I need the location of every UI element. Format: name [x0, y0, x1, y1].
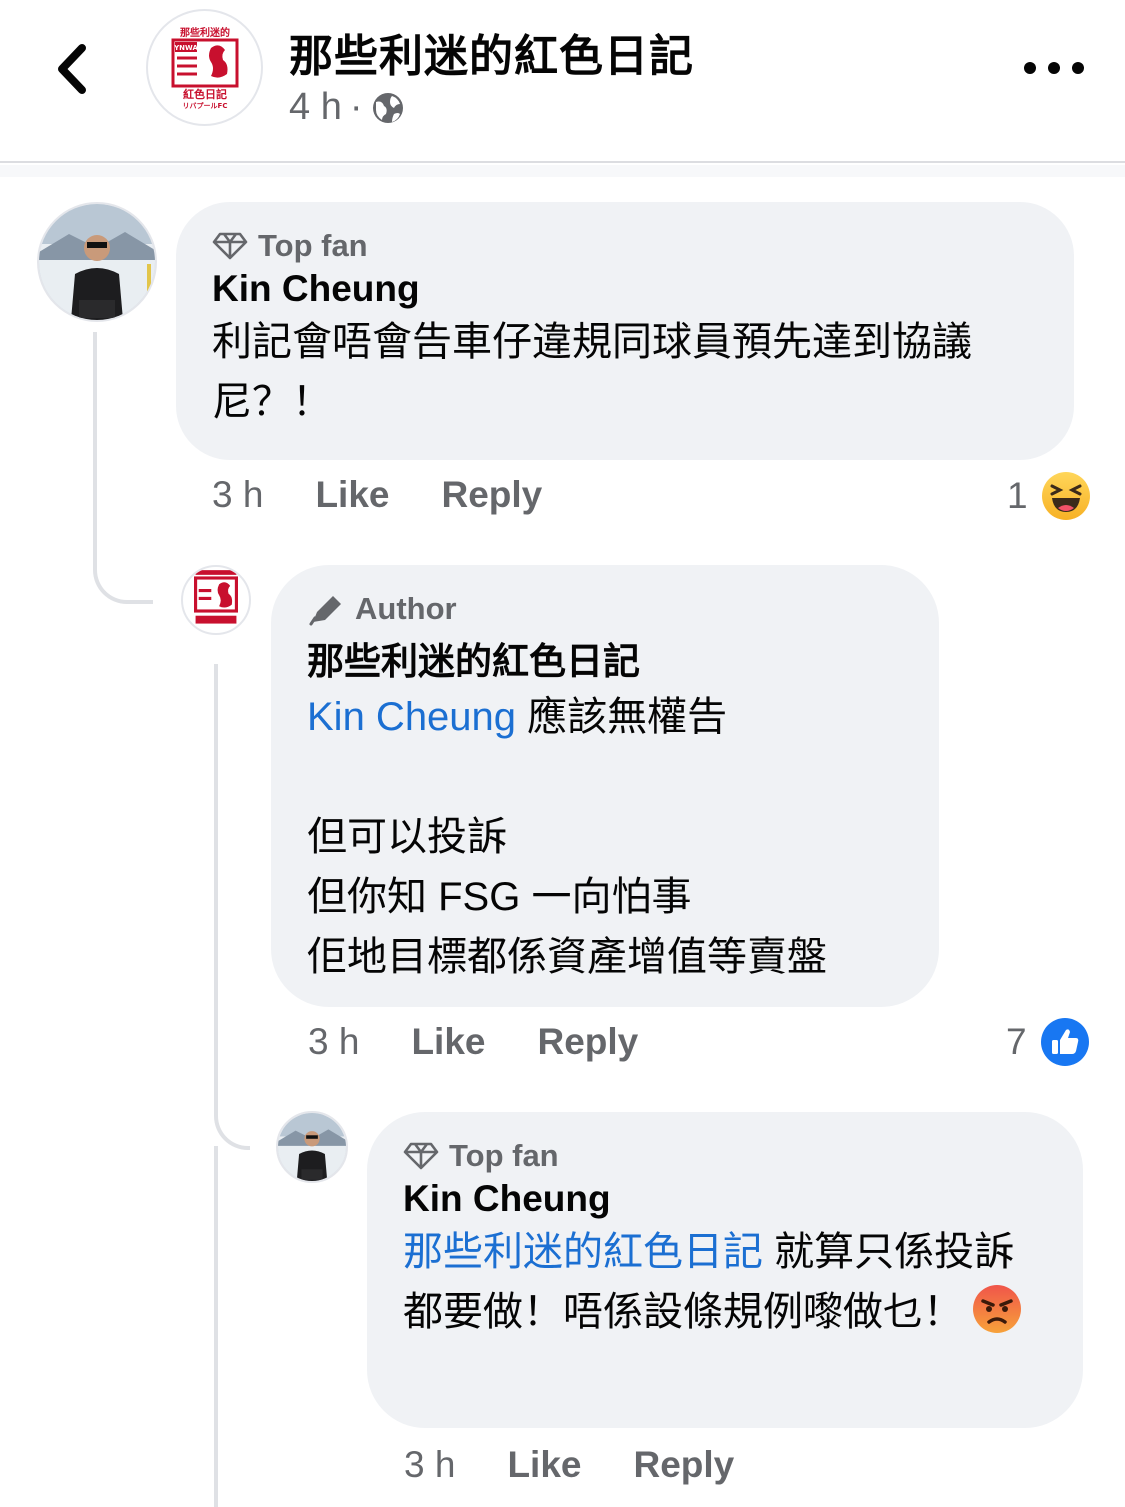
- comment-time[interactable]: 3 h: [404, 1444, 455, 1486]
- comment-author[interactable]: Kin Cheung: [403, 1178, 1047, 1220]
- mention-link[interactable]: Kin Cheung: [307, 695, 516, 739]
- reply-button[interactable]: Reply: [441, 474, 542, 516]
- more-options-button[interactable]: [1024, 52, 1084, 84]
- reply-button[interactable]: Reply: [633, 1444, 734, 1486]
- header-divider: [0, 165, 1125, 177]
- svg-text:紅色日記: 紅色日記: [183, 87, 227, 101]
- meta-separator: ·: [349, 86, 363, 128]
- post-meta: 4 h ·: [289, 86, 406, 129]
- diamond-icon: [403, 1142, 439, 1170]
- badge-label: Top fan: [449, 1138, 559, 1173]
- comment-time[interactable]: 3 h: [212, 474, 263, 516]
- person-photo: [39, 204, 155, 320]
- commenter-avatar[interactable]: [37, 202, 157, 322]
- commenter-avatar[interactable]: [276, 1111, 348, 1183]
- svg-text:那些利迷的: 那些利迷的: [180, 26, 230, 39]
- reaction-count: 1: [1007, 475, 1028, 516]
- thread-connector: [93, 530, 153, 604]
- top-fan-badge: Top fan: [212, 228, 1038, 264]
- svg-text:YNWA: YNWA: [173, 44, 198, 52]
- pen-icon: [309, 596, 341, 626]
- reaction-count: 7: [1006, 1021, 1027, 1062]
- thread-line: [214, 1146, 218, 1507]
- comment-author[interactable]: 那些利迷的紅色日記: [307, 631, 903, 685]
- like-thumb-icon: [1040, 1018, 1089, 1066]
- comment-time[interactable]: 3 h: [308, 1021, 359, 1063]
- reply-button[interactable]: Reply: [537, 1021, 638, 1063]
- comment-bubble: Author 那些利迷的紅色日記 Kin Cheung 應該無權告 但可以投訴 …: [271, 565, 939, 1007]
- mention-link[interactable]: 那些利迷的紅色日記: [403, 1230, 763, 1274]
- reaction-summary[interactable]: 7: [1006, 1016, 1091, 1068]
- dot-icon: [1072, 62, 1084, 74]
- comment-text: 那些利迷的紅色日記 就算只係投訴都要做！唔係設條規例嚟做乜！: [403, 1222, 1047, 1342]
- author-badge: Author: [307, 591, 903, 627]
- like-button[interactable]: Like: [411, 1021, 485, 1063]
- comment-actions: 3 h Like Reply: [308, 1021, 690, 1063]
- dot-icon: [1048, 62, 1060, 74]
- person-photo: [278, 1113, 346, 1181]
- post-header: 那些利迷的 YNWA 紅色日記 リバプールFC 那些利迷的紅色日記 4 h ·: [0, 0, 1125, 163]
- page-title[interactable]: 那些利迷的紅色日記: [289, 20, 694, 84]
- svg-text:リバプールFC: リバプールFC: [182, 101, 227, 110]
- comment-actions: 3 h Like Reply: [404, 1444, 786, 1486]
- comment-bubble: Top fan Kin Cheung 那些利迷的紅色日記 就算只係投訴都要做！唔…: [367, 1112, 1083, 1428]
- comment-text: 利記會唔會告車仔違規同球員預先達到協議尼？！: [212, 320, 972, 424]
- thread-line: [214, 664, 218, 1044]
- chevron-left-icon: [58, 44, 86, 94]
- laughing-emoji-icon: [1041, 472, 1090, 520]
- comment-author[interactable]: Kin Cheung: [212, 268, 1038, 310]
- comment-bubble: Top fan Kin Cheung 利記會唔會告車仔違規同球員預先達到協議尼？…: [176, 202, 1074, 460]
- post-time: 4 h: [289, 86, 342, 128]
- thread-line: [93, 332, 97, 532]
- comment-text-part: 但可以投訴 但你知 FSG 一向怕事 佢地目標都係資產增值等賣盤: [307, 815, 827, 979]
- badge-label: Author: [355, 591, 457, 626]
- comment-text: Kin Cheung 應該無權告 但可以投訴 但你知 FSG 一向怕事 佢地目標…: [307, 687, 903, 987]
- comment-actions: 3 h Like Reply: [212, 474, 594, 516]
- back-button[interactable]: [40, 34, 104, 104]
- globe-icon: [373, 92, 404, 123]
- reaction-summary[interactable]: 1: [1007, 470, 1092, 522]
- author-page-avatar[interactable]: [181, 565, 251, 635]
- like-button[interactable]: Like: [315, 474, 389, 516]
- comment-text-part: 應該無權告: [516, 695, 728, 739]
- top-fan-badge: Top fan: [403, 1138, 1047, 1174]
- like-button[interactable]: Like: [507, 1444, 581, 1486]
- badge-label: Top fan: [258, 228, 368, 263]
- angry-emoji-icon: [973, 1285, 1021, 1333]
- thread-connector: [214, 1040, 250, 1150]
- page-logo: 那些利迷的 YNWA 紅色日記 リバプールFC: [171, 26, 238, 110]
- diamond-icon: [212, 232, 248, 260]
- page-logo: [194, 570, 238, 624]
- dot-icon: [1024, 62, 1036, 74]
- page-avatar[interactable]: 那些利迷的 YNWA 紅色日記 リバプールFC: [146, 9, 263, 126]
